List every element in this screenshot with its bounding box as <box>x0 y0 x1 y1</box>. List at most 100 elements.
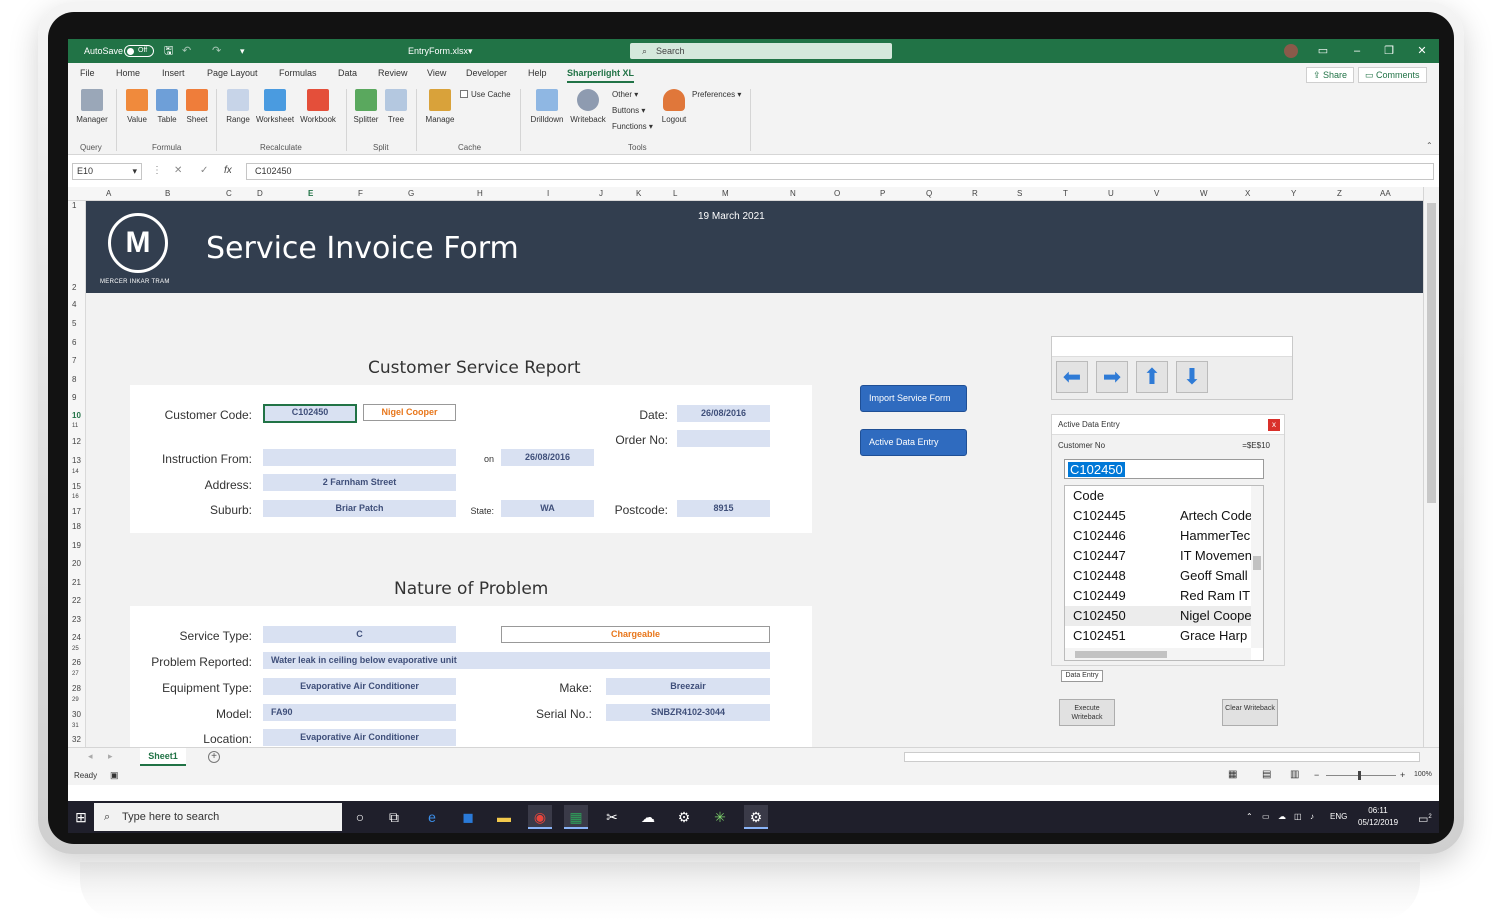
execute-writeback-button[interactable]: Execute Writeback <box>1059 699 1115 726</box>
list-item[interactable]: C102449 Red Ram IT <box>1065 586 1251 606</box>
column-header[interactable]: Y <box>1291 189 1296 198</box>
file-explorer-icon[interactable]: ▬ <box>492 805 516 829</box>
task-view-icon[interactable]: ⧉ <box>382 805 406 829</box>
formula-input[interactable]: C102450 <box>246 163 1434 180</box>
column-header[interactable]: N <box>790 189 796 198</box>
column-header[interactable]: W <box>1200 189 1208 198</box>
make-cell[interactable]: Breezair <box>606 678 770 695</box>
tab-view[interactable]: View <box>427 68 446 78</box>
postcode-cell[interactable]: 8915 <box>677 500 770 517</box>
clear-writeback-button[interactable]: Clear Writeback <box>1222 699 1278 726</box>
column-header[interactable]: G <box>408 189 414 198</box>
settings-icon[interactable]: ⚙ <box>744 805 768 829</box>
excel-icon[interactable]: ▦ <box>564 805 588 829</box>
column-header-selected[interactable]: E <box>308 189 313 198</box>
column-header[interactable]: Z <box>1337 189 1342 198</box>
use-cache-checkbox[interactable]: Use Cache <box>460 90 511 99</box>
name-box[interactable]: E10 ▾ <box>72 163 142 180</box>
drilldown-button[interactable]: Drilldown <box>528 89 566 124</box>
problem-reported-cell[interactable]: Water leak in ceiling below evaporative … <box>263 652 770 669</box>
worksheet-grid[interactable]: M MERCER INKAR TRAM Service Invoice Form… <box>86 201 1423 747</box>
battery-icon[interactable]: ▭ <box>1262 801 1270 833</box>
zoom-level[interactable]: 100% <box>1414 771 1432 778</box>
row-header[interactable]: 30 <box>72 710 81 719</box>
column-header[interactable]: R <box>972 189 978 198</box>
cancel-icon[interactable]: ✕ <box>174 163 182 180</box>
notifications-icon[interactable]: ▭2 <box>1418 801 1432 833</box>
workbook-button[interactable]: Workbook <box>298 89 338 124</box>
model-cell[interactable]: FA90 <box>263 704 456 721</box>
column-header[interactable]: F <box>358 189 363 198</box>
edge-icon[interactable]: e <box>420 805 444 829</box>
tab-help[interactable]: Help <box>528 68 547 78</box>
tray-chevron-up-icon[interactable]: ⌃ <box>1246 801 1253 833</box>
tree-button[interactable]: Tree <box>384 89 408 124</box>
row-header[interactable]: 8 <box>72 375 76 384</box>
taskbar-clock[interactable]: 06:11 05/12/2019 <box>1358 805 1398 829</box>
onedrive-icon[interactable]: ☁ <box>1278 801 1286 833</box>
cloud-app-icon[interactable]: ☁ <box>636 805 660 829</box>
row-header[interactable]: 15 <box>72 482 81 491</box>
row-header[interactable]: 25 <box>72 646 79 652</box>
page-break-view-icon[interactable]: ▥ <box>1290 769 1299 780</box>
zoom-slider[interactable] <box>1326 775 1396 776</box>
other-dropdown[interactable]: Other ▾ <box>612 90 638 99</box>
column-header[interactable]: V <box>1154 189 1159 198</box>
suburb-cell[interactable]: Briar Patch <box>263 500 456 517</box>
row-header[interactable]: 31 <box>72 723 79 729</box>
tab-data[interactable]: Data <box>338 68 357 78</box>
avatar[interactable] <box>1284 44 1298 58</box>
column-header[interactable]: T <box>1063 189 1068 198</box>
column-header[interactable]: X <box>1245 189 1250 198</box>
row-header[interactable]: 16 <box>72 494 79 500</box>
customer-no-input[interactable]: C102450 <box>1064 459 1264 479</box>
column-header[interactable]: J <box>599 189 603 198</box>
row-header[interactable]: 1 <box>72 201 76 210</box>
enter-icon[interactable]: ✓ <box>200 163 208 180</box>
row-header[interactable]: 26 <box>72 658 81 667</box>
row-header[interactable]: 23 <box>72 615 81 624</box>
up-arrow-icon[interactable]: ⬆ <box>1136 361 1168 393</box>
location-cell[interactable]: Evaporative Air Conditioner <box>263 729 456 746</box>
row-header[interactable]: 12 <box>72 437 81 446</box>
minimize-icon[interactable]: – <box>1342 39 1372 63</box>
outlook-icon[interactable]: ◼ <box>456 805 480 829</box>
instruction-date-cell[interactable]: 26/08/2016 <box>501 449 594 466</box>
order-no-cell[interactable] <box>677 430 770 447</box>
windows-start-icon[interactable]: ⊞ <box>68 801 94 833</box>
row-header[interactable]: 24 <box>72 633 81 642</box>
column-header[interactable]: I <box>547 189 549 198</box>
column-header[interactable]: S <box>1017 189 1022 198</box>
maximize-icon[interactable]: ❐ <box>1374 39 1404 63</box>
close-icon[interactable]: x <box>1268 419 1280 431</box>
chargeable-cell[interactable]: Chargeable <box>501 626 770 643</box>
tab-formulas[interactable]: Formulas <box>279 68 317 78</box>
column-header[interactable]: C <box>226 189 232 198</box>
customer-name-cell[interactable]: Nigel Cooper <box>363 404 456 421</box>
undo-icon[interactable]: ↶ <box>182 39 191 63</box>
scroll-tabs-left-icon[interactable]: ◂ <box>88 751 93 762</box>
list-item[interactable]: C102448 Geoff Small <box>1065 566 1251 586</box>
list-item-selected[interactable]: C102450 Nigel Coope <box>1065 606 1252 626</box>
row-header[interactable]: 28 <box>72 684 81 693</box>
ribbon-display-icon[interactable]: ▭ <box>1308 39 1338 63</box>
list-item[interactable]: C102451 Grace Harp <box>1065 626 1251 646</box>
zoom-out-icon[interactable]: − <box>1314 770 1319 780</box>
import-service-form-button[interactable]: Import Service Form <box>860 385 967 412</box>
taskbar-search[interactable]: ⌕ Type here to search <box>94 803 342 831</box>
serial-no-cell[interactable]: SNBZR4102-3044 <box>606 704 770 721</box>
down-arrow-icon[interactable]: ⬇ <box>1176 361 1208 393</box>
row-header[interactable]: 17 <box>72 507 81 516</box>
column-header[interactable]: Q <box>926 189 932 198</box>
data-entry-tab[interactable]: Data Entry <box>1061 670 1103 682</box>
column-header[interactable]: O <box>834 189 840 198</box>
left-arrow-icon[interactable]: ⬅ <box>1056 361 1088 393</box>
scroll-tabs-right-icon[interactable]: ▸ <box>108 751 113 762</box>
manager-button[interactable]: Manager <box>74 89 110 124</box>
list-vertical-scrollbar[interactable] <box>1251 486 1263 648</box>
manage-button[interactable]: Manage <box>422 89 458 124</box>
cortana-icon[interactable]: ○ <box>348 805 372 829</box>
row-header[interactable]: 9 <box>72 393 76 402</box>
page-layout-view-icon[interactable]: ▤ <box>1262 769 1271 780</box>
column-header[interactable]: P <box>880 189 885 198</box>
